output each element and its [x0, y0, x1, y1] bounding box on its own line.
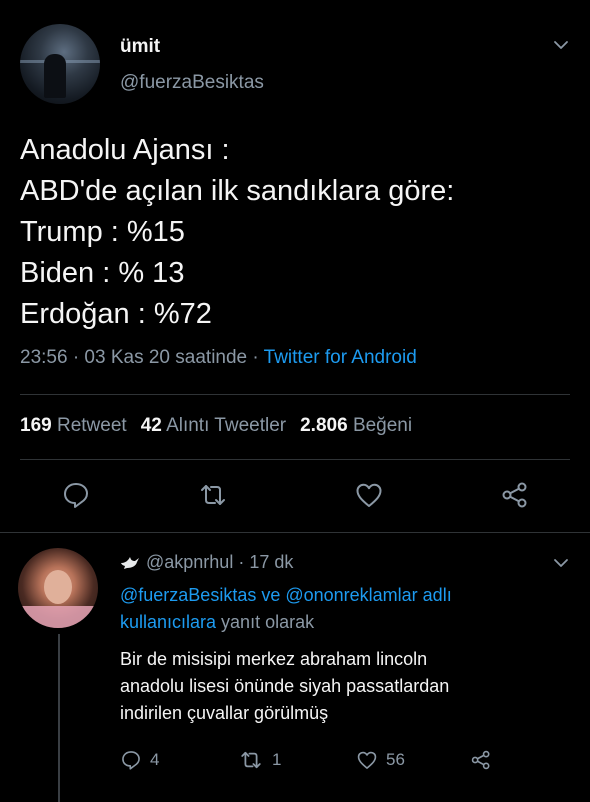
reply-line: Bir de misisipi merkez abraham lincoln — [120, 649, 428, 669]
tweet-line: Erdoğan : %72 — [20, 298, 212, 330]
reply-author-avatar[interactable] — [18, 548, 98, 628]
retweet-icon[interactable] — [198, 480, 228, 510]
reply-line: anadolu lisesi önünde siyah passatlardan — [120, 676, 450, 696]
divider — [20, 394, 570, 395]
like-stat[interactable]: 2.806 Beğeni — [300, 415, 412, 436]
mention-link[interactable]: @fuerzaBesiktas — [120, 585, 256, 605]
tweet-line: Trump : %15 — [20, 216, 185, 248]
reply-time: · 17 dk — [233, 552, 294, 572]
retweet-icon — [241, 751, 261, 769]
tweet-client-link[interactable]: Twitter for Android — [264, 347, 417, 368]
reply-like-button[interactable]: 56 — [356, 748, 405, 772]
like-icon[interactable] — [354, 480, 384, 510]
share-icon — [471, 750, 490, 770]
tweet-line: ABD'de açılan ilk sandıklara göre: — [20, 175, 455, 207]
tweet-line: Biden : % 13 — [20, 257, 185, 289]
tweet-meta: 23:56 · 03 Kas 20 saatinde · Twitter for… — [20, 347, 417, 369]
like-count: 2.806 — [300, 415, 348, 436]
reply-text: Bir de misisipi merkez abraham lincoln a… — [120, 646, 449, 727]
chevron-down-icon[interactable] — [552, 554, 570, 572]
retweet-stat[interactable]: 169 Retweet — [20, 415, 127, 436]
tweet-timestamp[interactable]: 23:56 · 03 Kas 20 saatinde — [20, 347, 247, 368]
reply-line: indirilen çuvallar görülmüş — [120, 703, 329, 723]
quote-count: 42 — [140, 415, 162, 436]
reply-share-button[interactable] — [470, 748, 500, 772]
share-icon[interactable] — [500, 480, 530, 510]
dove-icon — [120, 554, 140, 570]
reply-reply-button[interactable]: 4 — [120, 748, 159, 772]
retweet-count: 169 — [20, 415, 52, 436]
reply-author-handle[interactable]: @akpnrhul — [146, 552, 233, 572]
reply-icon — [122, 751, 140, 770]
author-handle[interactable]: @fuerzaBesiktas — [120, 72, 264, 94]
tweet-stats: 169 Retweet 42 Alıntı Tweetler 2.806 Beğen… — [20, 415, 412, 437]
like-icon — [357, 751, 377, 769]
meta-separator: · — [247, 347, 264, 368]
reply-reply-count: 4 — [150, 750, 160, 769]
author-avatar[interactable] — [20, 24, 100, 104]
divider — [0, 532, 590, 533]
context-suffix: yanıt olarak — [216, 612, 315, 632]
like-label: Beğeni — [352, 415, 413, 436]
thread-line — [58, 634, 60, 802]
reply-retweet-button[interactable]: 1 — [238, 748, 281, 772]
reply-header: @akpnrhul · 17 dk — [120, 552, 293, 573]
reply-context: @fuerzaBesiktas ve @ononreklamlar adlı k… — [120, 582, 540, 636]
divider — [20, 459, 570, 460]
quote-label: Alıntı Tweetler — [166, 415, 287, 436]
tweet-line: Anadolu Ajansı : — [20, 134, 230, 166]
tweet-text: Anadolu Ajansı : ABD'de açılan ilk sandı… — [20, 130, 454, 335]
reply-like-count: 56 — [386, 750, 405, 769]
author-name[interactable]: ümit — [120, 36, 160, 58]
quote-stat[interactable]: 42 Alıntı Tweetler — [141, 415, 286, 436]
context-and: ve — [256, 585, 286, 605]
reply-retweet-count: 1 — [272, 750, 282, 769]
reply-icon[interactable] — [61, 480, 91, 510]
chevron-down-icon[interactable] — [552, 36, 570, 54]
retweet-label: Retweet — [56, 415, 127, 436]
